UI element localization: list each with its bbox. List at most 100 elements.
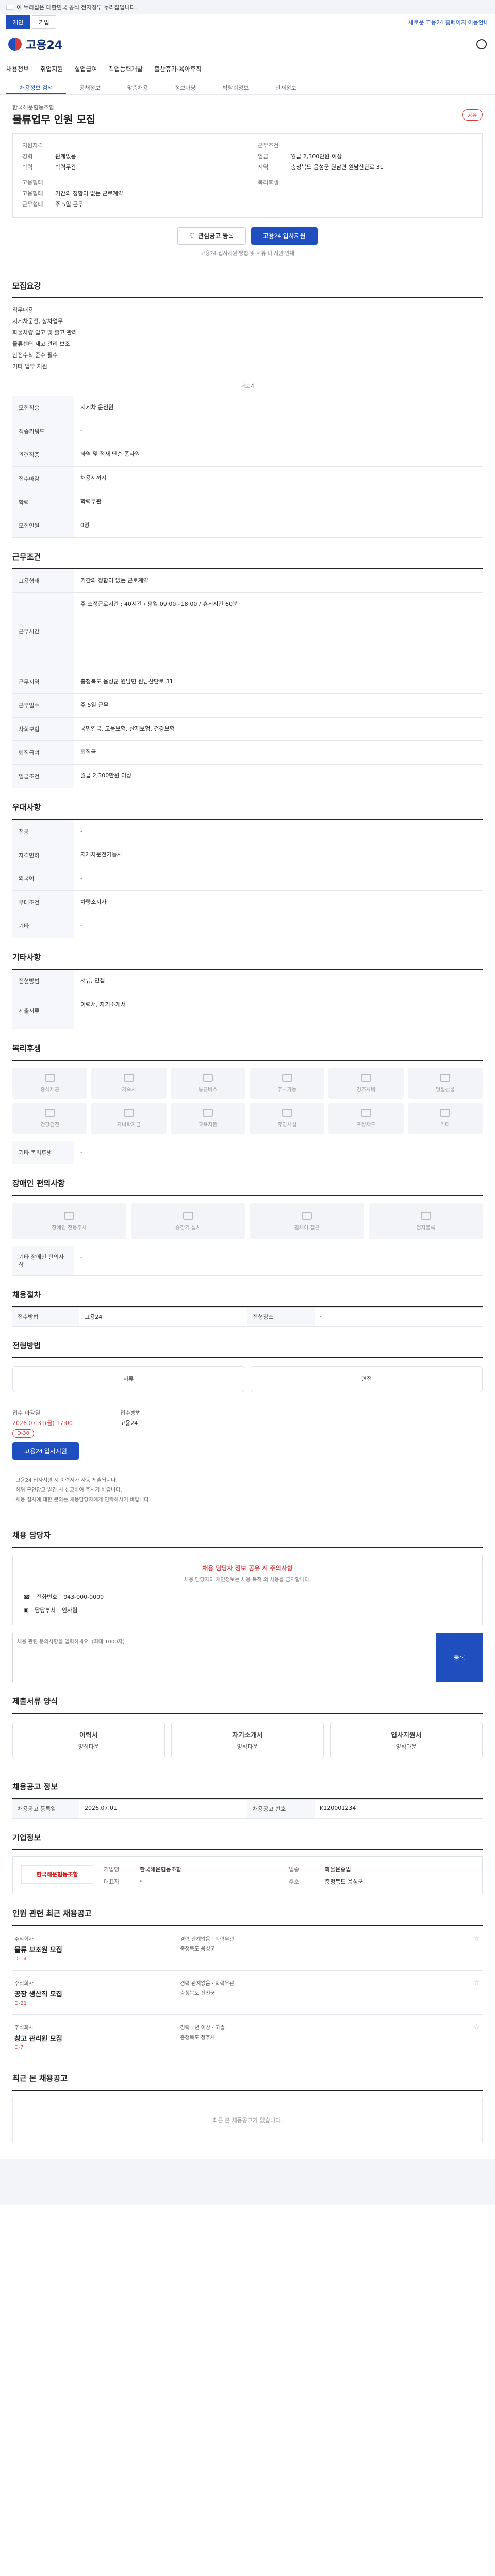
list-item[interactable]: 주식회사 물류 보조원 모집 D-14 경력 관계없음 · 학력무관 충청북도 음성군… [12, 1926, 483, 1971]
header: 고용24 [0, 30, 495, 59]
recruit-title: 모집요강 [12, 267, 483, 298]
dday-badge: D-30 [12, 1429, 35, 1438]
cell-value: 2026.07.01 [79, 1800, 248, 1819]
bullet-line: · 채용 절차에 대한 문의는 채용담당자에게 연락하시기 바랍니다. [12, 1497, 151, 1503]
sim-company: 주식회사 [14, 1981, 34, 1987]
recruit-table: 모집직종 지게차 운전원 직종키워드 - 관련직종 하역 및 적재 단순 종사원 접수… [12, 396, 483, 538]
subnav-talent[interactable]: 인재정보 [262, 79, 309, 94]
row-value: 지게차운전기능사 [74, 843, 483, 868]
scrap-button[interactable]: ♡ 관심공고 등록 [177, 227, 246, 245]
tab-company[interactable]: 기업 [32, 15, 56, 29]
education-icon [203, 1109, 213, 1117]
disability-label: 휠체어 접근 [294, 1225, 320, 1231]
disability-label: 승강기 설치 [175, 1225, 201, 1231]
sim-detail: 경력 관계없음 · 학력무관 [180, 1981, 235, 1987]
benefit-card: 통근버스 [170, 1067, 245, 1099]
company-box: 한국해운협동조합 기업명 한국해운협동조합 업종 화물운송업 대표자 - 주소 충청북도… [12, 1856, 483, 1895]
subnav-public[interactable]: 공채정보 [66, 79, 113, 94]
star-icon[interactable]: ☆ [473, 1979, 481, 1987]
field-value: 한국해운협동조합 [140, 1866, 182, 1873]
benefit-label: 주차가능 [277, 1087, 297, 1093]
nav-item-support[interactable]: 취업지원 [40, 64, 63, 73]
tab-individual[interactable]: 개인 [6, 15, 30, 29]
field-value: 화물운송업 [325, 1866, 351, 1873]
row-key: 접수마감 [12, 466, 74, 491]
row-key: 제출서류 [12, 993, 74, 1029]
summary-value: 관계없음 [55, 153, 76, 160]
subnav-search[interactable]: 채용정보 검색 [6, 79, 67, 94]
wheelchair-icon [302, 1211, 312, 1220]
cell-value: 고용24 [79, 1308, 248, 1327]
star-icon[interactable]: ☆ [473, 2023, 481, 2031]
inquiry-submit-button[interactable]: 등록 [436, 1633, 483, 1683]
doc-card[interactable]: 입사지원서 양식다운 [330, 1722, 483, 1760]
inquiry-input[interactable] [12, 1633, 432, 1683]
field-key: 업종 [289, 1866, 300, 1873]
benefit-card: 자녀학자금 [91, 1103, 167, 1134]
sim-company: 주식회사 [14, 1937, 34, 1943]
list-item[interactable]: 주식회사 창고 관리원 모집 D-7 경력 1년 이상 · 고졸 충청북도 청주시 ☆ [12, 2015, 483, 2060]
search-icon[interactable] [476, 39, 487, 49]
sim-dday: D-14 [14, 1956, 27, 1962]
subnav-custom[interactable]: 맞춤채용 [114, 79, 161, 94]
dept-icon: ▣ [23, 1606, 29, 1614]
gift-icon [360, 1074, 371, 1082]
cell-value: K120001234 [315, 1800, 483, 1819]
summary-key: 경력 [22, 153, 33, 160]
row-key: 전형방법 [12, 969, 74, 993]
nav-item-benefit[interactable]: 실업급여 [74, 64, 97, 73]
subnav-info[interactable]: 정보마당 [161, 79, 209, 94]
row-value: 이력서, 자기소개서 [74, 993, 483, 1029]
summary-key: 임금 [258, 153, 269, 160]
method-label: 접수방법 [120, 1410, 141, 1417]
docs-title: 제출서류 양식 [12, 1682, 483, 1714]
row-key: 기타 [12, 914, 74, 938]
benefit-label: 자녀학자금 [117, 1122, 141, 1128]
disability-card: 휠체어 접근 [250, 1203, 364, 1240]
sim-detail: 충청북도 청주시 [180, 2035, 215, 2041]
deadline-apply-button[interactable]: 고용24 입사지원 [12, 1442, 79, 1460]
star-icon[interactable]: ☆ [473, 1935, 481, 1943]
doc-title: 자기소개서 [232, 1732, 263, 1740]
row-value: 0명 [74, 514, 483, 538]
management-grid: 접수방법 고용24 전형장소 - [12, 1307, 483, 1327]
subnav-fair[interactable]: 박람회정보 [209, 79, 262, 94]
method-row: 서류 면접 [12, 1358, 483, 1400]
row-value: - [74, 419, 483, 444]
management-title: 채용절차 [12, 1276, 483, 1308]
summary-key: 근무형태 [22, 200, 43, 208]
award-icon [360, 1109, 371, 1117]
dept-value: 인사팀 [61, 1607, 78, 1614]
logo[interactable]: 고용24 [8, 36, 62, 53]
share-button[interactable]: 공유 [462, 109, 483, 121]
row-key: 기타 복리후생 [12, 1141, 74, 1165]
benefit-card: 휴양시설 [249, 1103, 325, 1134]
row-key: 기타 장애인 편의사항 [12, 1246, 74, 1276]
phone-value: 043-000-0000 [63, 1593, 104, 1600]
row-value: 주 5일 근무 [74, 693, 483, 718]
recruit-line: 지게차운전, 상차업무 [12, 317, 63, 325]
nav-item-jobs[interactable]: 채용정보 [6, 64, 29, 73]
sim-detail: 충청북도 진천군 [180, 1991, 215, 1997]
doc-card[interactable]: 이력서 양식다운 [12, 1722, 165, 1760]
cell-key: 접수방법 [12, 1308, 79, 1327]
more-button[interactable]: 더보기 [12, 379, 483, 396]
row-key: 관련직종 [12, 443, 74, 467]
list-item[interactable]: 주식회사 공장 생산직 모집 D-21 경력 관계없음 · 학력무관 충청북도 진천군… [12, 1971, 483, 2015]
disability-card: 장애인 전용주차 [12, 1203, 126, 1240]
apply-button[interactable]: 고용24 입사지원 [251, 227, 318, 245]
nav-item-leave[interactable]: 출산휴가·육아휴직 [154, 64, 202, 73]
benefits-title: 복리후생 [12, 1029, 483, 1061]
contact-title: 채용 담당자 [12, 1516, 483, 1548]
sim-detail: 충청북도 음성군 [180, 1946, 215, 1953]
guide-link[interactable]: 새로운 고용24 홈페이지 이용안내 [408, 18, 489, 26]
nav-item-training[interactable]: 직업능력개발 [109, 64, 143, 73]
row-key: 근무일수 [12, 693, 74, 718]
doc-card[interactable]: 자기소개서 양식다운 [171, 1722, 324, 1760]
row-value: 국민연금, 고용보험, 산재보험, 건강보험 [74, 717, 483, 741]
disability-card: 승강기 설치 [131, 1203, 245, 1240]
field-key: 기업명 [104, 1866, 120, 1873]
school-icon [123, 1109, 134, 1117]
braille-icon [420, 1211, 431, 1220]
row-value: - [74, 867, 483, 891]
